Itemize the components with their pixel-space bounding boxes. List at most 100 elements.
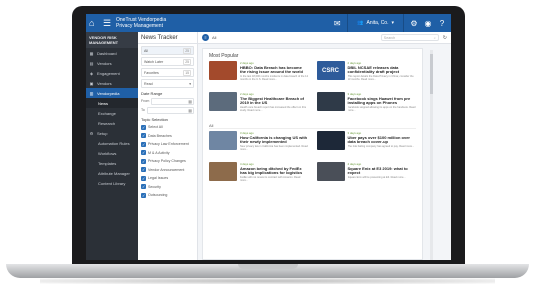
topbar-right: ✉ 👥 Anita, Co. ▾ ⚙ ◉ ? bbox=[330, 14, 449, 32]
sidebar-item-vendors[interactable]: ▣ Vendors bbox=[86, 78, 138, 88]
org-icon: 👥 bbox=[357, 20, 364, 26]
article-thumbnail bbox=[316, 162, 345, 181]
article-summary: Health care breach report has increased … bbox=[240, 106, 306, 113]
gear-icon[interactable]: ⚙ bbox=[407, 16, 421, 30]
sidebar-item-label: Vendorpedia bbox=[97, 90, 120, 96]
help-icon[interactable]: ? bbox=[435, 16, 449, 30]
topic-label: Select All bbox=[148, 125, 163, 130]
chevron-down-icon: ▾ bbox=[391, 20, 394, 26]
sidebar-subitem-automation[interactable]: Automation Rules bbox=[86, 138, 138, 148]
org-switcher[interactable]: 👥 Anita, Co. ▾ bbox=[357, 20, 394, 26]
brand-logo[interactable]: OneTrust Vendorpedia Privacy Management bbox=[116, 17, 166, 29]
topic-checkbox[interactable]: ✓ Privacy Law Enforcement bbox=[141, 140, 194, 149]
article-summary: Facebook stopped allowing its apps on th… bbox=[347, 106, 416, 113]
sidebar-subitem-workflows[interactable]: Workflows bbox=[86, 148, 138, 158]
sidebar-subitem-templates[interactable]: Templates bbox=[86, 158, 138, 168]
topic-checkbox[interactable]: ✓ Vendor Announcement bbox=[141, 166, 194, 175]
brand-line2: Privacy Management bbox=[116, 23, 163, 29]
scrollbar-thumb[interactable] bbox=[430, 54, 433, 94]
divider bbox=[403, 14, 404, 32]
sidebar-subitem-exchange[interactable]: Exchange bbox=[86, 108, 138, 118]
article-title[interactable]: Amazon being ditched by FedEx has big im… bbox=[240, 166, 309, 176]
article-summary: New privacy law in California has been i… bbox=[240, 145, 308, 152]
filter-all[interactable]: All 25 bbox=[141, 46, 194, 55]
refresh-icon[interactable]: ↻ bbox=[443, 35, 447, 41]
article-card[interactable]: 2 days ago HBBO: Data Breach has become t… bbox=[209, 61, 309, 87]
topic-checkbox[interactable]: ✓ Outsourcing bbox=[141, 191, 194, 200]
user-icon[interactable]: ◉ bbox=[421, 16, 435, 30]
article-summary: The ride hailing company has agreed to p… bbox=[347, 145, 415, 149]
menu-icon[interactable]: ☰ bbox=[103, 18, 113, 28]
topic-checkbox[interactable]: ✓ Legal Issues bbox=[141, 174, 194, 183]
chevron-down-icon: ▾ bbox=[189, 81, 191, 86]
checkbox-checked-icon: ✓ bbox=[141, 124, 146, 130]
topic-checkbox[interactable]: ✓ M & A Activity bbox=[141, 149, 194, 158]
article-title[interactable]: The Biggest Healthcare Breach of 2019 in… bbox=[240, 96, 309, 106]
topic-label: Privacy Policy Changes bbox=[148, 159, 186, 164]
checkbox-checked-icon: ✓ bbox=[141, 184, 146, 190]
vendorpedia-icon: ▥ bbox=[89, 90, 94, 96]
article-card[interactable]: 3 days ago Facebook sings Huawei from pre… bbox=[316, 92, 417, 118]
article-title[interactable]: How California is changing US with their… bbox=[240, 135, 309, 145]
top-bar: ⌂ ☰ OneTrust Vendorpedia Privacy Managem… bbox=[86, 14, 451, 32]
filter-watch-later[interactable]: Watch Later 25 bbox=[141, 57, 194, 66]
laptop-notch bbox=[238, 264, 298, 269]
gear-icon: ⚙ bbox=[89, 130, 94, 136]
article-card[interactable]: CSRC 2 days ago DBIL NCSAE releases data c… bbox=[316, 61, 417, 87]
all-section-title: All bbox=[209, 123, 416, 129]
filter-read-dropdown[interactable]: Read ▾ bbox=[141, 79, 194, 88]
sidebar-subitem-attribute-manager[interactable]: Attribute Manager bbox=[86, 168, 138, 178]
article-title[interactable]: Square Enix at E3 2019: what to expect bbox=[348, 166, 417, 176]
sidebar-subitem-news[interactable]: News bbox=[86, 98, 138, 108]
laptop-shadow bbox=[40, 278, 495, 284]
all-articles: 3 days ago How California is changing US … bbox=[203, 131, 422, 188]
sidebar-item-label: Dashboard bbox=[97, 50, 117, 56]
topic-label: M & A Activity bbox=[148, 150, 170, 155]
article-title[interactable]: Uber pays over $100 million over data br… bbox=[348, 135, 417, 145]
sidebar-item-applicants[interactable]: ▤ Vendors bbox=[86, 58, 138, 68]
calendar-icon: ▦ bbox=[188, 107, 192, 113]
article-thumbnail bbox=[316, 131, 345, 150]
sidebar-subitem-research[interactable]: Research bbox=[86, 118, 138, 128]
sidebar-item-setup[interactable]: ⚙ Setup bbox=[86, 128, 138, 138]
date-to-input[interactable]: ▦ bbox=[146, 106, 194, 114]
filter-label: Read bbox=[144, 81, 153, 86]
popular-articles: 2 days ago HBBO: Data Breach has become t… bbox=[203, 61, 422, 118]
topic-checkbox[interactable]: ✓ Security bbox=[141, 183, 194, 192]
engagement-icon: ◈ bbox=[89, 70, 94, 76]
sidebar-subitem-content-library[interactable]: Content Library bbox=[86, 178, 138, 188]
sidebar-item-label: Vendors bbox=[97, 80, 112, 86]
topic-label: Privacy Law Enforcement bbox=[148, 142, 189, 147]
article-card[interactable]: 4 days ago Square Enix at E3 2019: what t… bbox=[316, 162, 417, 188]
date-from-input[interactable]: ▦ bbox=[151, 97, 194, 105]
topic-checkbox[interactable]: ✓ Select All bbox=[141, 123, 194, 132]
view-toggle-button[interactable]: ≡ bbox=[202, 34, 209, 41]
search-input[interactable]: Search ⌕ bbox=[380, 34, 439, 41]
article-card[interactable]: 3 days ago Uber pays over $100 million ov… bbox=[316, 131, 417, 157]
home-icon[interactable]: ⌂ bbox=[89, 18, 99, 28]
topic-checkbox[interactable]: ✓ Privacy Policy Changes bbox=[141, 157, 194, 166]
scrollbar[interactable] bbox=[430, 50, 433, 260]
topic-label: Legal Issues bbox=[148, 176, 169, 181]
most-popular-title: Most Popular bbox=[209, 53, 239, 59]
topic-checkbox[interactable]: ✓ Data Breaches bbox=[141, 132, 194, 141]
sidebar-item-dashboard[interactable]: ▦ Dashboard bbox=[86, 48, 138, 58]
article-card[interactable]: 3 days ago How California is changing US … bbox=[209, 131, 309, 157]
article-card[interactable]: 2 days ago The Biggest Healthcare Breach … bbox=[209, 92, 309, 118]
article-thumbnail bbox=[209, 61, 237, 80]
filter-favorites[interactable]: Favorites 15 bbox=[141, 68, 194, 77]
sidebar-item-vendorpedia[interactable]: ▥ Vendorpedia bbox=[86, 88, 138, 98]
article-title[interactable]: DBIL NCSAE releases data confidentiality… bbox=[348, 65, 417, 75]
sidebar-item-engagement[interactable]: ◈ Engagement bbox=[86, 68, 138, 78]
article-summary: This report details the Data Privacy in … bbox=[347, 75, 414, 82]
article-thumbnail: CSRC bbox=[316, 61, 345, 80]
main-content: ≡ All Search ⌕ ↻ Most Popular 2 days ago H… bbox=[198, 32, 451, 260]
article-title[interactable]: HBBO: Data Breach has become the rising … bbox=[240, 65, 309, 75]
notification-icon[interactable]: ✉ bbox=[330, 16, 344, 30]
article-title[interactable]: Facebook sings Huawei from pre installin… bbox=[348, 96, 417, 106]
vendors-icon: ▣ bbox=[89, 80, 94, 86]
filter-label: All bbox=[144, 48, 148, 53]
article-card[interactable]: 4 days ago Amazon being ditched by FedEx … bbox=[209, 162, 309, 188]
from-label: From bbox=[141, 99, 150, 103]
to-label: To bbox=[141, 108, 145, 112]
